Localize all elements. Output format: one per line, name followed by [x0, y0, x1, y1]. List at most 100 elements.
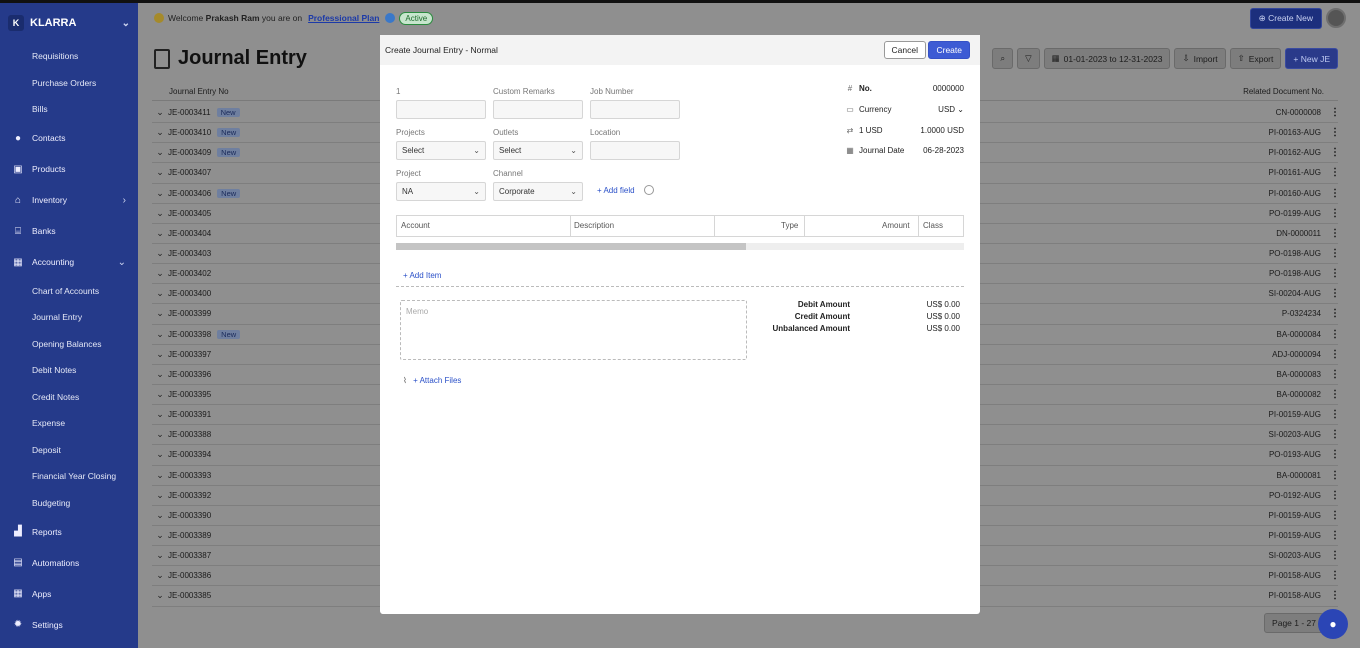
cancel-button[interactable]: Cancel [883, 41, 926, 59]
col-related-document[interactable]: Related Document No. [1243, 87, 1324, 96]
related-document[interactable]: DN-0000011 [1276, 229, 1321, 238]
je-number[interactable]: JE-0003393 [168, 471, 211, 480]
sidebar-item-opening-balances[interactable]: Opening Balances [0, 331, 138, 358]
related-document[interactable]: BA-0000084 [1277, 330, 1321, 339]
je-number[interactable]: JE-0003386 [168, 571, 211, 580]
more-vertical-icon[interactable]: ⋮ [1330, 409, 1340, 420]
more-vertical-icon[interactable]: ⋮ [1330, 248, 1340, 259]
horizontal-scrollbar[interactable] [396, 243, 964, 250]
je-number[interactable]: JE-0003411 [168, 108, 211, 117]
sidebar-item-automations[interactable]: ▤ Automations [0, 547, 138, 578]
location-input[interactable] [590, 141, 680, 160]
currency-row[interactable]: ▭ Currency USD ⌄ [844, 105, 964, 119]
related-document[interactable]: PO-0198-AUG [1269, 269, 1321, 278]
je-number[interactable]: JE-0003405 [168, 209, 211, 218]
filter-button[interactable]: ▽ [1017, 48, 1040, 69]
related-document[interactable]: PI-00163-AUG [1269, 128, 1321, 137]
je-number[interactable]: JE-0003389 [168, 531, 211, 540]
je-number[interactable]: JE-0003407 [168, 168, 211, 177]
sidebar-item-banks[interactable]: ⌸ Banks [0, 216, 138, 247]
related-document[interactable]: SI-00203-AUG [1269, 551, 1321, 560]
channel-select[interactable]: Corporate ⌄ [493, 182, 583, 201]
chat-button[interactable]: ● [1318, 609, 1348, 639]
pager[interactable]: Page 1 - 27 [1264, 613, 1324, 633]
sidebar-item-apps[interactable]: ▦ Apps [0, 578, 138, 609]
more-vertical-icon[interactable]: ⋮ [1330, 188, 1340, 199]
chevron-down-icon[interactable]: ⌄ [152, 369, 168, 380]
more-vertical-icon[interactable]: ⋮ [1330, 590, 1340, 601]
settings-icon[interactable] [644, 185, 654, 195]
related-document[interactable]: PI-00159-AUG [1269, 511, 1321, 520]
related-document[interactable]: P-0324234 [1282, 309, 1321, 318]
je-number[interactable]: JE-0003403 [168, 249, 211, 258]
projects-select[interactable]: Select ⌄ [396, 141, 486, 160]
chevron-down-icon[interactable]: ⌄ [152, 308, 168, 319]
chevron-down-icon[interactable]: ⌄ [152, 329, 168, 340]
je-number[interactable]: JE-0003395 [168, 390, 211, 399]
related-document[interactable]: PO-0192-AUG [1269, 491, 1321, 500]
chevron-down-icon[interactable]: ⌄ [152, 268, 168, 279]
chevron-down-icon[interactable]: ⌄ [152, 590, 168, 601]
avatar[interactable] [1326, 8, 1346, 28]
memo-field[interactable]: Memo [400, 300, 747, 360]
more-vertical-icon[interactable]: ⋮ [1330, 107, 1340, 118]
more-vertical-icon[interactable]: ⋮ [1330, 369, 1340, 380]
sidebar-item-deposit[interactable]: Deposit [0, 437, 138, 464]
chevron-down-icon[interactable]: ⌄ [152, 288, 168, 299]
je-number[interactable]: JE-0003394 [168, 450, 211, 459]
more-vertical-icon[interactable]: ⋮ [1330, 429, 1340, 440]
related-document[interactable]: BA-0000082 [1277, 390, 1321, 399]
chevron-down-icon[interactable]: ⌄ [152, 228, 168, 239]
je-number[interactable]: JE-0003391 [168, 410, 211, 419]
sidebar-item-budgeting[interactable]: Budgeting [0, 490, 138, 517]
new-je-button[interactable]: + New JE [1285, 48, 1338, 69]
add-item-link[interactable]: + Add Item [403, 271, 441, 280]
more-vertical-icon[interactable]: ⋮ [1330, 530, 1340, 541]
chevron-down-icon[interactable]: ⌄ [152, 570, 168, 581]
chevron-down-icon[interactable]: ⌄ [152, 208, 168, 219]
field-1-input[interactable] [396, 100, 486, 119]
related-document[interactable]: PI-00159-AUG [1269, 410, 1321, 419]
sidebar-item-requisitions[interactable]: Requisitions [0, 43, 138, 70]
related-document[interactable]: PI-00158-AUG [1269, 591, 1321, 600]
sidebar-item-products[interactable]: ▣ Products [0, 154, 138, 185]
journal-date-row[interactable]: ▦ Journal Date 06-28-2023 [844, 146, 964, 160]
more-vertical-icon[interactable]: ⋮ [1330, 147, 1340, 158]
related-document[interactable]: BA-0000081 [1277, 471, 1321, 480]
je-number[interactable]: JE-0003396 [168, 370, 211, 379]
job-number-input[interactable] [590, 100, 680, 119]
related-document[interactable]: PI-00160-AUG [1269, 189, 1321, 198]
chevron-down-icon[interactable]: ⌄ [152, 188, 168, 199]
chevron-down-icon[interactable]: ⌄ [152, 107, 168, 118]
related-document[interactable]: PI-00162-AUG [1269, 148, 1321, 157]
related-document[interactable]: SI-00204-AUG [1269, 289, 1321, 298]
sidebar-item-bills[interactable]: Bills [0, 96, 138, 123]
search-button[interactable]: ⌕ [992, 48, 1014, 69]
sidebar-item-credit-notes[interactable]: Credit Notes [0, 384, 138, 411]
chevron-down-icon[interactable]: ⌄ [122, 18, 130, 29]
je-number[interactable]: JE-0003390 [168, 511, 211, 520]
chevron-down-icon[interactable]: ⌄ [152, 248, 168, 259]
chevron-down-icon[interactable]: ⌄ [152, 389, 168, 400]
outlets-select[interactable]: Select ⌄ [493, 141, 583, 160]
je-number[interactable]: JE-0003387 [168, 551, 211, 560]
sidebar-item-accounting[interactable]: ▦ Accounting ⌄ [0, 247, 138, 278]
more-vertical-icon[interactable]: ⋮ [1330, 308, 1340, 319]
more-vertical-icon[interactable]: ⋮ [1330, 570, 1340, 581]
je-number[interactable]: JE-0003399 [168, 309, 211, 318]
more-vertical-icon[interactable]: ⋮ [1330, 127, 1340, 138]
je-number[interactable]: JE-0003400 [168, 289, 211, 298]
more-vertical-icon[interactable]: ⋮ [1330, 228, 1340, 239]
related-document[interactable]: PO-0198-AUG [1269, 249, 1321, 258]
add-field-link[interactable]: + Add field [597, 186, 635, 195]
related-document[interactable]: PO-0199-AUG [1269, 209, 1321, 218]
je-number[interactable]: JE-0003406 [168, 189, 211, 198]
sidebar-item-settings[interactable]: ✹ Settings [0, 609, 138, 640]
chevron-down-icon[interactable]: ⌄ [152, 550, 168, 561]
sidebar-item-contacts[interactable]: ● Contacts [0, 123, 138, 154]
sidebar-item-chart-of-accounts[interactable]: Chart of Accounts [0, 278, 138, 305]
je-number[interactable]: JE-0003385 [168, 591, 211, 600]
sidebar-item-purchase-orders[interactable]: Purchase Orders [0, 70, 138, 97]
je-number[interactable]: JE-0003410 [168, 128, 211, 137]
currency-value[interactable]: USD ⌄ [938, 105, 964, 114]
